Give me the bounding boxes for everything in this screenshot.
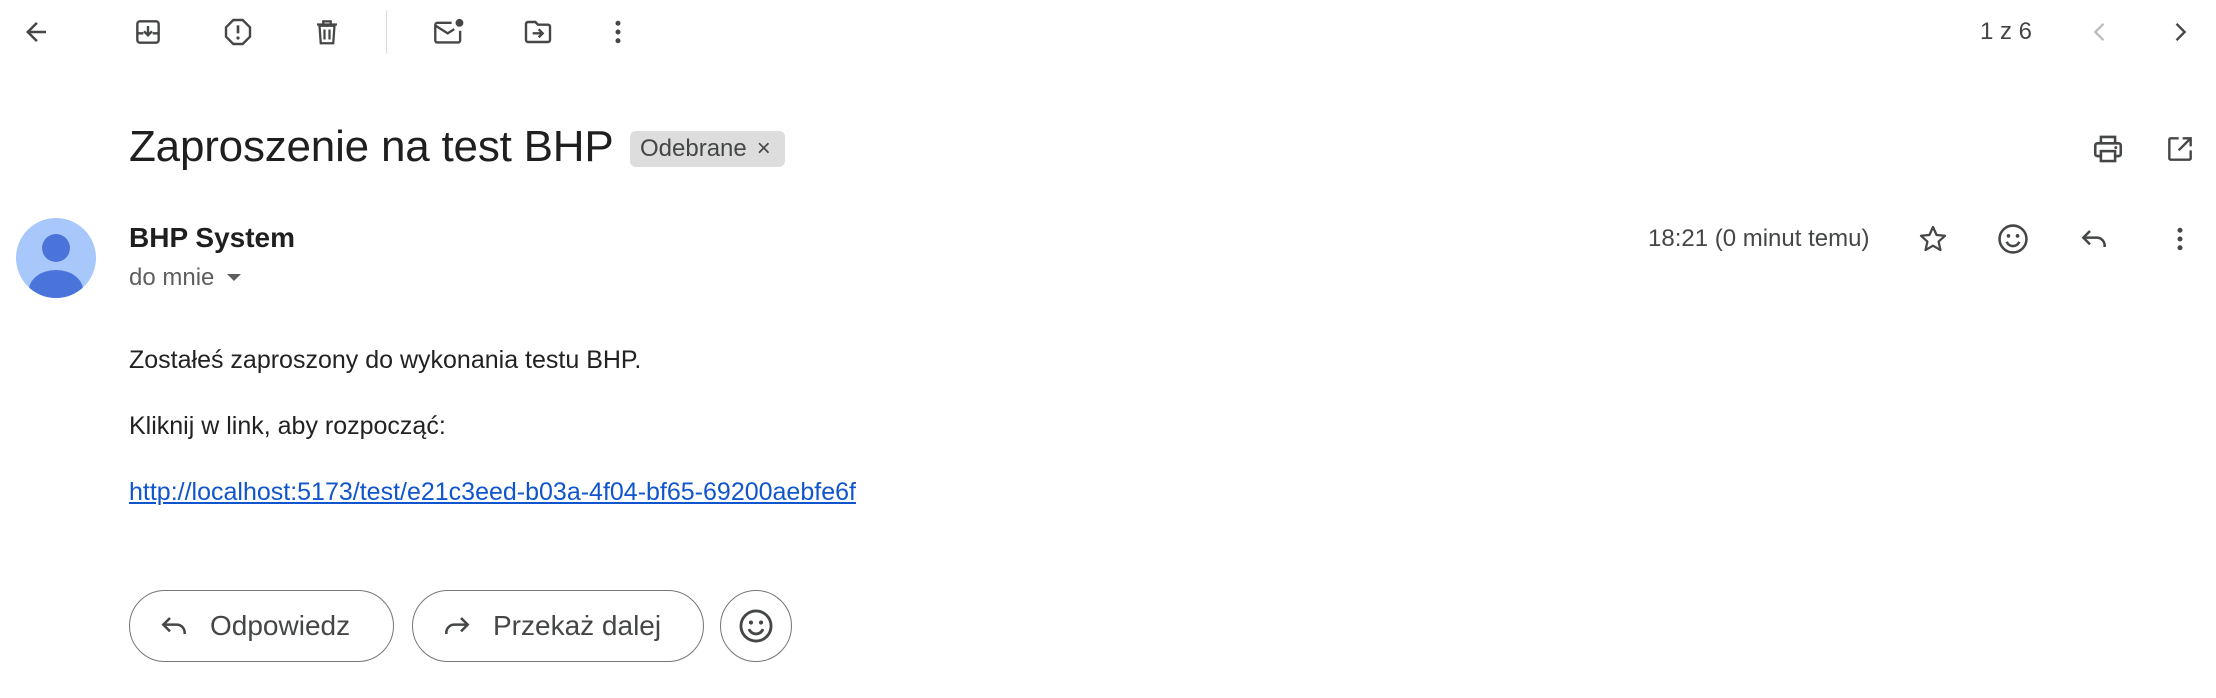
mark-unread-button[interactable]: [421, 4, 477, 60]
report-spam-icon: [224, 18, 252, 46]
forward-pill-button[interactable]: Przekaż dalej: [412, 590, 704, 662]
recipient-details-toggle[interactable]: do mnie: [129, 264, 242, 292]
avatar[interactable]: [16, 218, 96, 298]
mark-unread-icon: [434, 18, 464, 44]
emoji-icon: [737, 607, 775, 645]
archive-button[interactable]: [120, 4, 176, 60]
pager-count: 1 z 6: [1980, 18, 2033, 45]
emoji-reaction-pill-button[interactable]: [720, 590, 792, 662]
toolbar-divider: [386, 10, 387, 54]
report-spam-button[interactable]: [210, 4, 266, 60]
forward-label: Przekaż dalej: [493, 610, 662, 641]
reply-icon: [158, 610, 190, 642]
delete-button[interactable]: [299, 4, 355, 60]
older-button[interactable]: [2152, 4, 2208, 60]
newer-button[interactable]: [2072, 4, 2128, 60]
move-to-button[interactable]: [510, 4, 566, 60]
star-button[interactable]: [1905, 211, 1961, 267]
email-subject: Zaproszenie na test BHP: [129, 122, 614, 171]
label-chip: Odebrane ×: [630, 131, 785, 167]
person-icon: [29, 234, 83, 298]
test-link[interactable]: http://localhost:5173/test/e21c3eed-b03a…: [129, 478, 856, 507]
message-timestamp: 18:21 (0 minut temu): [1648, 225, 1870, 252]
trash-icon: [317, 20, 337, 45]
star-icon: [1919, 225, 1947, 252]
print-icon: [2093, 135, 2123, 163]
more-options-button[interactable]: [590, 4, 646, 60]
chevron-left-icon: [2093, 23, 2105, 41]
body-line-invitation: Zostałeś zaproszony do wykonania testu B…: [129, 346, 642, 374]
arrow-back-icon: [26, 22, 46, 42]
label-chip-text: Odebrane: [640, 135, 747, 162]
more-vert-icon: [2177, 227, 2183, 251]
move-to-folder-icon: [524, 20, 552, 44]
open-in-new-icon: [2168, 137, 2192, 161]
sender-name[interactable]: BHP System: [129, 222, 295, 254]
emoji-icon: [1998, 224, 2028, 254]
more-vert-icon: [615, 20, 621, 44]
recipient-text: do mnie: [129, 264, 215, 291]
body-line-instruction: Kliknij w link, aby rozpocząć:: [129, 412, 446, 440]
reply-label: Odpowiedz: [210, 610, 351, 641]
chevron-right-icon: [2175, 23, 2187, 41]
reply-pill-button[interactable]: Odpowiedz: [129, 590, 394, 662]
reply-button[interactable]: [2066, 211, 2122, 267]
forward-icon: [441, 610, 473, 642]
open-in-new-window-button[interactable]: [2152, 121, 2208, 177]
print-button[interactable]: [2080, 121, 2136, 177]
archive-icon: [136, 20, 160, 44]
caret-down-icon: [227, 274, 242, 281]
message-more-button[interactable]: [2152, 211, 2208, 267]
remove-label-button[interactable]: ×: [757, 137, 771, 161]
back-button[interactable]: [8, 4, 64, 60]
add-reaction-button[interactable]: [1985, 211, 2041, 267]
reply-icon: [2081, 230, 2106, 247]
